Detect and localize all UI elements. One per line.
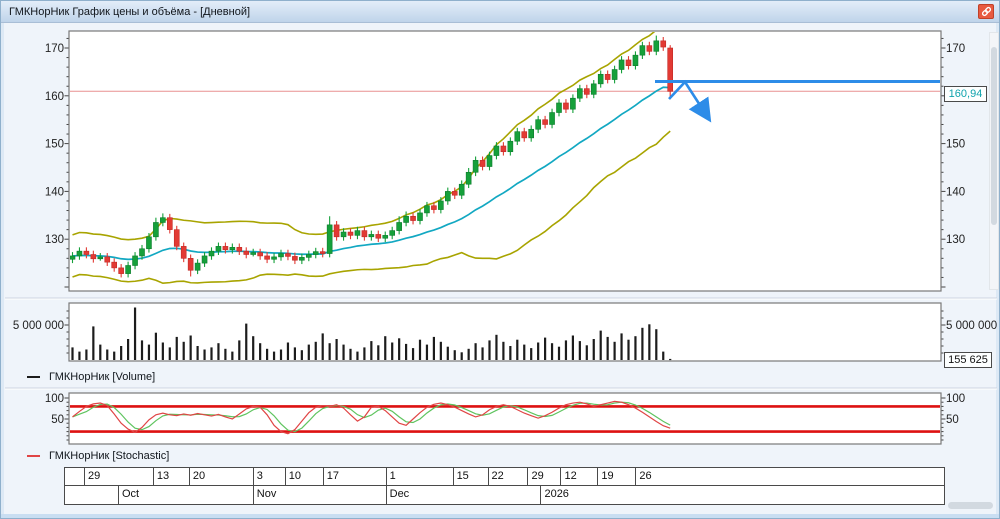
volume-legend-label: ГМКНорНик [Volume] bbox=[49, 371, 156, 383]
horizontal-scrollbar-thumb[interactable] bbox=[948, 502, 993, 509]
stochastic-legend: ГМКНорНик [Stochastic] bbox=[27, 450, 169, 462]
price-axis-tick-label: 150 bbox=[946, 139, 965, 151]
date-cell-day: 29 bbox=[528, 468, 562, 485]
date-cell-day: 29 bbox=[85, 468, 154, 485]
stochastic-axis-tick-label: 100 bbox=[946, 393, 965, 405]
last-price-flag: 160,94 bbox=[944, 86, 987, 102]
date-cell-month: Oct bbox=[119, 486, 254, 504]
window-titlebar[interactable]: ГМКНорНик График цены и объёма - [Дневно… bbox=[1, 1, 999, 23]
stochastic-legend-dash bbox=[27, 455, 40, 457]
date-cell-day: 15 bbox=[454, 468, 489, 485]
date-cell-day: 13 bbox=[154, 468, 190, 485]
date-axis-table: 29 13 20 3 10 17 1 15 22 29 12 19 26 Oct Nov Dec 2026 bbox=[64, 467, 945, 505]
vertical-scrollbar[interactable] bbox=[989, 32, 999, 290]
chain-link-glyph bbox=[981, 6, 991, 17]
price-axis-tick-label: 170 bbox=[946, 43, 965, 55]
date-cell-day: 12 bbox=[561, 468, 599, 485]
price-axis-tick-label: 140 bbox=[45, 186, 64, 198]
date-cell-day: 22 bbox=[489, 468, 529, 485]
stochastic-axis-tick-label: 100 bbox=[45, 393, 64, 405]
price-axis-tick-label: 160 bbox=[45, 91, 64, 103]
price-axis-tick-label: 140 bbox=[946, 186, 965, 198]
price-axis-tick-label: 130 bbox=[45, 234, 64, 246]
chart-canvas[interactable]: 1301301401401501501601601701705 000 0005… bbox=[1, 1, 1000, 519]
date-cell-day: 26 bbox=[639, 470, 652, 482]
date-cell-day bbox=[65, 468, 85, 485]
volume-legend: ГМКНорНик [Volume] bbox=[27, 371, 155, 383]
price-axis-tick-label: 170 bbox=[45, 43, 64, 55]
price-axis-tick-label: 130 bbox=[946, 234, 965, 246]
chart-window: ГМКНорНик График цены и объёма - [Дневно… bbox=[0, 0, 1000, 519]
vertical-scrollbar-thumb[interactable] bbox=[991, 47, 997, 225]
date-axis-days-row: 29 13 20 3 10 17 1 15 22 29 12 19 26 bbox=[65, 468, 944, 486]
stochastic-axis-tick-label: 50 bbox=[51, 414, 64, 426]
date-cell-day: 19 bbox=[598, 468, 637, 485]
date-cell-day: 10 bbox=[286, 468, 324, 485]
date-cell-day: 1 bbox=[387, 468, 454, 485]
date-cell-month: Nov bbox=[254, 486, 387, 504]
price-axis-tick-label: 150 bbox=[45, 139, 64, 151]
volume-axis-tick-label: 5 000 000 bbox=[13, 320, 64, 332]
date-cell-month: Dec bbox=[387, 486, 542, 504]
stochastic-legend-label: ГМКНорНик [Stochastic] bbox=[49, 450, 170, 462]
chain-link-icon[interactable] bbox=[978, 4, 994, 19]
date-cell-day: 17 bbox=[324, 468, 387, 485]
volume-legend-dash bbox=[27, 376, 40, 378]
window-title: ГМКНорНик График цены и объёма - [Дневно… bbox=[9, 5, 251, 18]
date-cell-day: 3 bbox=[254, 468, 286, 485]
stochastic-axis-tick-label: 50 bbox=[946, 414, 959, 426]
date-cell-month bbox=[65, 486, 119, 504]
last-volume-flag: 155 625 bbox=[944, 352, 992, 368]
volume-axis-tick-label: 5 000 000 bbox=[946, 320, 997, 332]
date-cell-day: 20 bbox=[190, 468, 254, 485]
date-axis-months-row: Oct Nov Dec 2026 bbox=[65, 486, 944, 504]
date-cell-month: 2026 bbox=[544, 488, 569, 500]
